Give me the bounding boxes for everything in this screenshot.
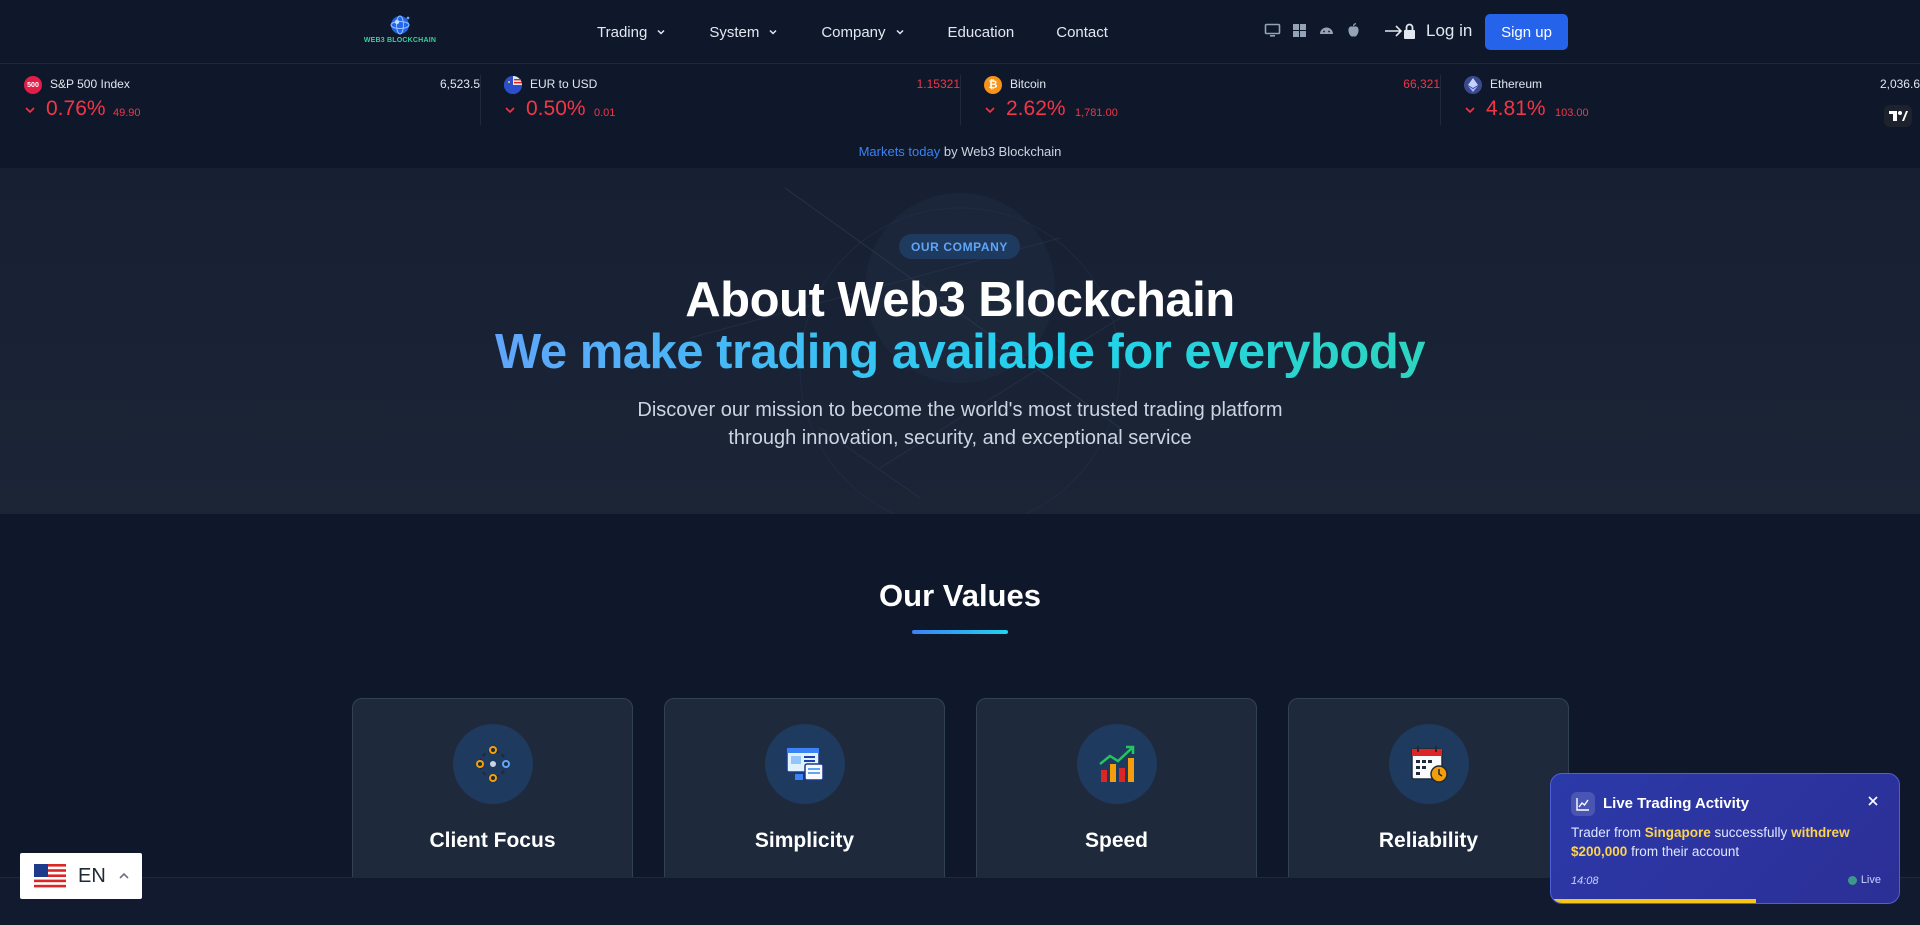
hero-description: Discover our mission to become the world… (637, 399, 1283, 449)
nav-contact-label: Contact (1056, 23, 1108, 41)
down-arrow-icon (1465, 107, 1475, 114)
live-label: Live (1860, 874, 1881, 886)
apple-icon[interactable] (1345, 22, 1362, 39)
main-menu: Trading System Company Education Contact (597, 0, 1150, 64)
ticker-name: EUR to USD (530, 77, 598, 91)
values-heading: Our Values (879, 578, 1041, 613)
page-subtitle: We make trading available for everybody (0, 324, 1920, 380)
our-company-badge: OUR COMPANY (899, 234, 1020, 259)
signup-button[interactable]: Sign up (1485, 14, 1568, 50)
chevron-down-icon (657, 29, 665, 35)
down-arrow-icon (25, 107, 35, 114)
nav-contact[interactable]: Contact (1056, 24, 1108, 41)
hero-section: OUR COMPANY About Web3 Blockchain We mak… (0, 168, 1920, 514)
market-ticker: 500 S&P 500 Index 6,523.5 0.76% 49.90 EU… (0, 65, 1920, 130)
page-title: About Web3 Blockchain (685, 273, 1235, 327)
calendar-clock-icon (1389, 724, 1469, 804)
ticker-change-pct: 2.62% (1006, 97, 1066, 120)
attribution-text: by Web3 Blockchain (943, 144, 1062, 159)
card-title: Speed (1084, 829, 1149, 852)
live-dot-icon (1847, 875, 1857, 885)
nav-education[interactable]: Education (948, 24, 1015, 41)
eu-us-flag-icon (504, 76, 522, 94)
down-arrow-icon (985, 107, 995, 114)
nav-system-label: System (709, 23, 760, 41)
toast-message: Trader from Singapore successfully withd… (1571, 823, 1881, 861)
ticker-change-abs: 103.00 (1555, 107, 1589, 119)
tradingview-logo-icon[interactable] (1884, 105, 1912, 127)
language-selector[interactable]: EN (20, 853, 142, 899)
nav-system[interactable]: System (709, 24, 779, 41)
chevron-up-icon (119, 872, 129, 879)
android-icon[interactable] (1318, 22, 1335, 39)
ticker-change-abs: 0.01 (594, 107, 616, 119)
ticker-change-pct: 0.50% (526, 97, 586, 120)
ticker-price: 6,523.5 (439, 77, 480, 91)
toast-progress-bar (1551, 899, 1757, 903)
ticker-name: Bitcoin (1010, 77, 1047, 91)
ticker-change-abs: 49.90 (113, 107, 141, 119)
ticker-price: 1.15321 (916, 77, 960, 91)
ticker-item[interactable]: Ethereum 2,036.6 4.81% 103.00 (1440, 75, 1920, 125)
nav-company[interactable]: Company (821, 24, 905, 41)
markets-today-link[interactable]: Markets today (859, 144, 941, 159)
ticker-item[interactable]: ₿ Bitcoin 66,321 2.62% 1,781.00 (960, 75, 1440, 125)
login-icon (1385, 23, 1415, 39)
ticker-change-pct: 0.76% (46, 97, 106, 120)
nav-trading-label: Trading (597, 23, 648, 41)
ticker-item[interactable]: EUR to USD 1.15321 0.50% 0.01 (480, 75, 960, 125)
page-subtitle-text: We make trading available for everybody (494, 325, 1426, 379)
nav-company-label: Company (821, 23, 886, 41)
desktop-icon[interactable] (1264, 22, 1281, 39)
ticker-price: 66,321 (1403, 77, 1440, 91)
ticker-name: S&P 500 Index (50, 77, 130, 91)
logo-text: WEB3 BLOCKCHAIN (363, 37, 437, 44)
trader-location: Singapore (1644, 825, 1711, 840)
globe-logo-icon (390, 15, 410, 35)
card-title: Reliability (1378, 829, 1479, 852)
card-title: Simplicity (754, 829, 855, 852)
network-people-icon (453, 724, 533, 804)
ethereum-icon (1464, 76, 1482, 94)
bitcoin-icon: ₿ (984, 76, 1002, 94)
trade-action: withdrew (1791, 825, 1850, 840)
us-flag-icon (34, 864, 66, 888)
browser-window-icon (765, 724, 845, 804)
login-link[interactable]: Log in (1384, 21, 1472, 41)
msg-suffix: from their account (1627, 844, 1740, 859)
live-indicator: Live (1847, 874, 1881, 886)
ticker-name: Ethereum (1490, 77, 1543, 91)
trade-amount: $200,000 (1571, 844, 1628, 859)
ticker-price: 2,036.6 (1879, 77, 1920, 91)
language-code: EN (78, 864, 106, 887)
windows-icon[interactable] (1291, 22, 1308, 39)
close-icon[interactable] (1865, 793, 1881, 809)
ticker-attribution: Markets today by Web3 Blockchain (0, 144, 1920, 159)
login-label: Log in (1426, 21, 1473, 40)
chevron-down-icon (769, 29, 777, 35)
sp500-icon: 500 (24, 76, 42, 94)
live-activity-toast: Live Trading Activity Trader from Singap… (1550, 773, 1900, 904)
ticker-item[interactable]: 500 S&P 500 Index 6,523.5 0.76% 49.90 (24, 75, 480, 125)
platform-links (1264, 22, 1362, 39)
toast-time: 14:08 (1571, 875, 1599, 887)
card-title: Client Focus (429, 829, 556, 852)
down-arrow-icon (505, 107, 515, 114)
msg-mid: successfully (1710, 825, 1792, 840)
nav-trading[interactable]: Trading (597, 24, 667, 41)
site-logo[interactable]: WEB3 BLOCKCHAIN (360, 14, 440, 50)
heading-underline (912, 630, 1008, 634)
top-navbar: WEB3 BLOCKCHAIN Trading System Company E… (0, 0, 1920, 64)
chart-line-icon (1571, 792, 1595, 816)
toast-title: Live Trading Activity (1603, 795, 1750, 812)
ticker-change-abs: 1,781.00 (1075, 107, 1118, 119)
growth-chart-icon (1077, 724, 1157, 804)
msg-prefix: Trader from (1571, 825, 1645, 840)
ticker-change-pct: 4.81% (1486, 97, 1546, 120)
chevron-down-icon (896, 29, 904, 35)
nav-education-label: Education (947, 23, 1015, 41)
